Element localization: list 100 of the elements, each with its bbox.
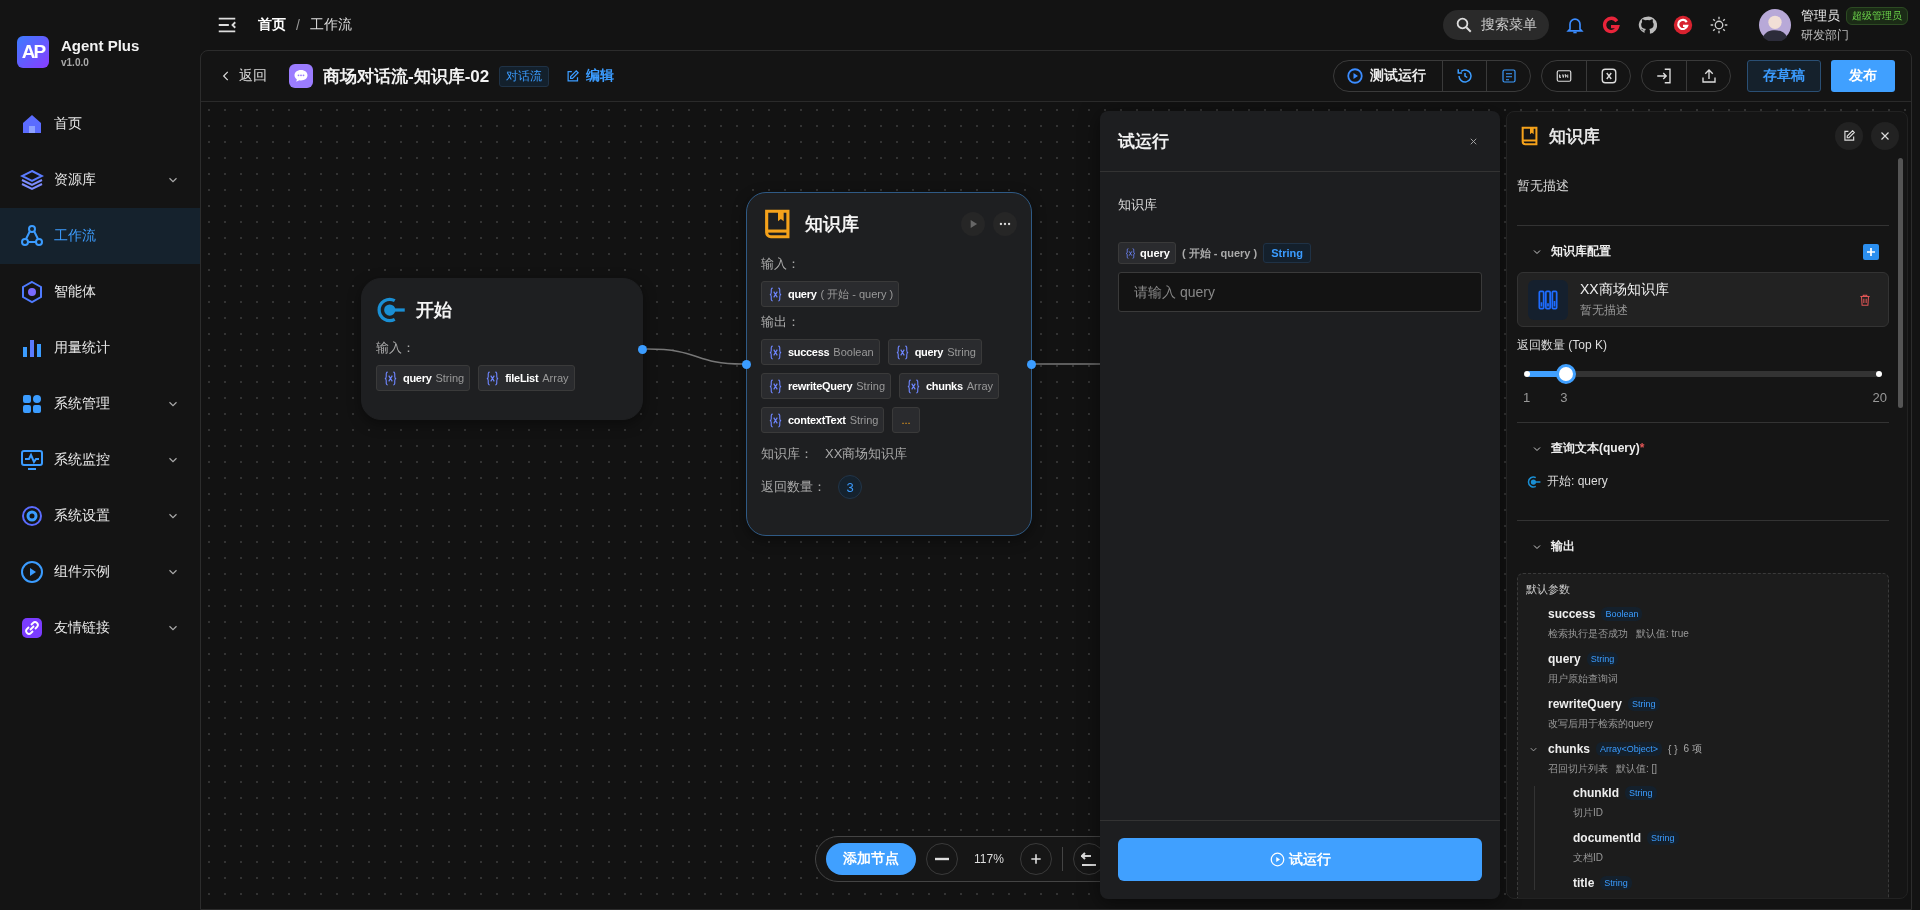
user-name: 管理员	[1801, 6, 1840, 25]
section-label: 输入：	[761, 255, 801, 273]
slider-max: 20	[1872, 390, 1887, 405]
brace-label: { }	[1668, 743, 1678, 755]
variable-name: query	[914, 346, 944, 358]
add-button[interactable]	[1863, 243, 1879, 260]
workflow-title: 商场对话流-知识库-02	[323, 65, 490, 88]
variable-type: String	[856, 380, 885, 392]
variable-name: contextText	[788, 414, 846, 426]
param-name: documentId	[1573, 831, 1641, 845]
section-label: 输出：	[761, 313, 801, 331]
param-description: 文档ID	[1573, 851, 1603, 865]
x-square-icon	[1599, 67, 1618, 85]
variable-icon	[767, 377, 784, 395]
start-node-icon	[1527, 474, 1541, 489]
bell-icon[interactable]	[1565, 15, 1585, 35]
octocat-icon[interactable]	[1637, 15, 1657, 35]
sidebar-item[interactable]: 工作流	[0, 208, 200, 264]
type-tag: String	[1600, 876, 1632, 890]
save-draft-button[interactable]: 存草稿	[1747, 60, 1821, 92]
house-icon	[20, 112, 44, 136]
variable-name: fileList	[505, 372, 539, 384]
variable-icon	[767, 343, 784, 361]
sidebar-item[interactable]: 组件示例	[0, 544, 200, 600]
letter-g-icon[interactable]	[1673, 15, 1693, 35]
default-value: 默认值: []	[1616, 762, 1658, 776]
type-tag: String	[1263, 243, 1311, 263]
type-tag: String	[1628, 697, 1660, 711]
variable-type: String	[435, 372, 465, 384]
group-label: 默认参数	[1526, 582, 1571, 597]
edit-button[interactable]: 编辑	[565, 67, 615, 85]
slider-value: 3	[1560, 390, 1568, 405]
breadcrumb-link[interactable]: 首页	[258, 16, 286, 34]
grid-icon	[20, 392, 44, 416]
layers-icon	[20, 168, 44, 192]
more-button[interactable]	[993, 212, 1017, 236]
connection-port[interactable]	[638, 345, 647, 354]
type-tag: String	[1586, 652, 1619, 666]
item-count: 6 项	[1683, 742, 1702, 756]
variable-name: query	[1140, 247, 1170, 259]
play-circle-icon	[1346, 67, 1364, 85]
app-name: Agent Plus	[61, 36, 140, 54]
variable-icon	[1124, 246, 1137, 260]
sidebar-item[interactable]: 用量统计	[0, 320, 200, 376]
count-badge: 3	[838, 475, 862, 499]
upload-icon	[1699, 67, 1718, 85]
variable-name: query	[403, 372, 432, 384]
variable-type: Boolean	[833, 346, 874, 358]
import-icon	[1655, 67, 1673, 85]
play-icon	[20, 560, 44, 584]
delete-icon[interactable]	[1858, 292, 1872, 307]
edit-icon	[565, 68, 581, 84]
sidebar-item[interactable]: 智能体	[0, 264, 200, 320]
section-label: 输入：	[376, 339, 416, 357]
close-button[interactable]	[1871, 122, 1899, 150]
sun-icon[interactable]	[1709, 15, 1729, 35]
variable-icon	[382, 369, 399, 387]
ring-icon	[20, 504, 44, 528]
avatar[interactable]	[1759, 9, 1791, 41]
run-node-button[interactable]	[961, 212, 985, 236]
more-tag[interactable]: ...	[892, 407, 920, 433]
search-button[interactable]: 搜索菜单	[1443, 10, 1549, 40]
panel-title: 试运行	[1118, 130, 1169, 153]
edit-button[interactable]	[1835, 122, 1863, 150]
param-name: chunkId	[1573, 786, 1619, 800]
variable-name: rewriteQuery	[788, 380, 853, 392]
input-field[interactable]: 请输入 query	[1118, 272, 1482, 312]
variable-name: success	[788, 346, 830, 358]
description-text: 暂无描述	[1517, 160, 1889, 226]
chat-bubble-icon	[289, 64, 313, 88]
connection-port[interactable]	[742, 360, 751, 369]
knowledge-base-card[interactable]: XX商场知识库 暂无描述	[1517, 272, 1889, 327]
field-label: 知识库：	[761, 445, 813, 463]
arrow-icon	[1080, 852, 1097, 866]
app-logo: AP	[17, 36, 49, 68]
start-node-icon	[376, 295, 406, 325]
sidebar-item[interactable]: 资源库	[0, 152, 200, 208]
monitor-icon	[20, 448, 44, 472]
variable-icon	[767, 411, 784, 429]
sidebar-item[interactable]: 系统监控	[0, 432, 200, 488]
sidebar-item[interactable]: 系统设置	[0, 488, 200, 544]
type-tag: Array<Object>	[1596, 742, 1663, 756]
param-name: title	[1573, 876, 1595, 890]
param-description: 检索执行是否成功	[1548, 627, 1628, 641]
sidebar-item[interactable]: 系统管理	[0, 376, 200, 432]
knowledge-base-name: XX商场知识库	[1580, 280, 1670, 299]
sidebar-item[interactable]: 友情链接	[0, 600, 200, 656]
back-button[interactable]: 返回	[219, 67, 267, 85]
connection-port[interactable]	[1027, 360, 1036, 369]
param-name: chunks	[1548, 742, 1590, 756]
test-run-button[interactable]: 测试运行	[1334, 61, 1442, 91]
scrollbar[interactable]	[1898, 158, 1903, 408]
variable-name: query	[788, 288, 817, 300]
node-title: 知识库	[805, 213, 859, 236]
section-title: 查询文本(query)*	[1551, 440, 1646, 457]
sidebar-item[interactable]: 首页	[0, 96, 200, 152]
role-tag: 超级管理员	[1846, 6, 1908, 25]
link-icon	[20, 616, 44, 640]
slider-thumb[interactable]	[1556, 364, 1577, 384]
type-tag: String	[1647, 831, 1679, 845]
